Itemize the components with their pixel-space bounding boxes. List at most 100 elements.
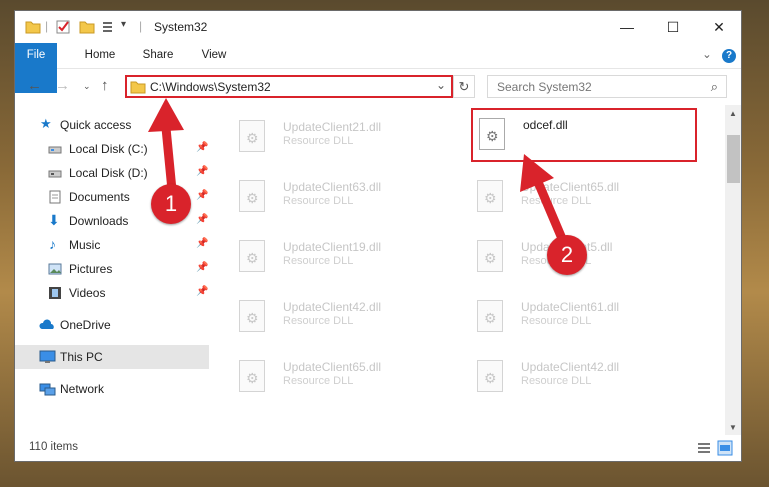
file-name: odcef.dll bbox=[523, 118, 568, 132]
help-icon[interactable]: ? bbox=[721, 43, 737, 68]
folder-icon bbox=[130, 81, 146, 94]
file-item-odcef[interactable]: ⚙ odcef.dll bbox=[471, 108, 697, 162]
file-name: UpdateClient61.dll bbox=[521, 300, 620, 314]
ribbon-expand-icon[interactable]: ⌄ bbox=[699, 43, 715, 68]
dll-file-icon: ⚙ bbox=[239, 240, 265, 272]
scrollbar-thumb[interactable] bbox=[727, 135, 740, 183]
minimize-button[interactable]: — bbox=[604, 11, 650, 43]
nav-item-videos[interactable]: Videos 📌 bbox=[15, 281, 209, 305]
nav-item-this-pc[interactable]: This PC bbox=[15, 345, 209, 369]
file-name: UpdateClient63.dll bbox=[283, 180, 382, 194]
file-type: Resource DLL bbox=[521, 315, 592, 327]
pin-icon[interactable]: 📌 bbox=[196, 238, 208, 249]
file-item[interactable]: ⚙ UpdateClient42.dll Resource DLL bbox=[449, 348, 669, 398]
file-type: Resource DLL bbox=[283, 375, 354, 387]
file-item[interactable]: ⚙ UpdateClient19.dll Resource DLL bbox=[211, 228, 431, 278]
pin-icon[interactable]: 📌 bbox=[196, 214, 208, 225]
properties-check-icon[interactable] bbox=[55, 19, 71, 35]
drive-icon bbox=[48, 170, 62, 178]
pin-icon[interactable]: 📌 bbox=[196, 142, 208, 153]
refresh-button[interactable]: ↻ bbox=[453, 75, 475, 98]
customize-icon[interactable] bbox=[101, 19, 117, 35]
nav-item-music[interactable]: ♪ Music 📌 bbox=[15, 233, 209, 257]
tab-home[interactable]: Home bbox=[77, 43, 123, 68]
step-2-badge: 2 bbox=[547, 235, 587, 275]
file-list: ⚙ UpdateClient21.dll Resource DLL ⚙ Upda… bbox=[211, 105, 725, 435]
new-folder-icon[interactable] bbox=[79, 19, 95, 35]
cloud-icon bbox=[39, 319, 54, 329]
address-bar[interactable]: C:\Windows\System32 ⌄ bbox=[125, 75, 453, 98]
dll-file-icon: ⚙ bbox=[477, 300, 503, 332]
scroll-up-icon[interactable]: ▲ bbox=[729, 109, 737, 118]
search-icon[interactable]: ⌕ bbox=[711, 79, 718, 95]
computer-icon bbox=[39, 350, 56, 363]
dll-file-icon: ⚙ bbox=[239, 180, 265, 212]
file-name: UpdateClient19.dll bbox=[283, 240, 382, 254]
pin-icon[interactable]: 📌 bbox=[196, 190, 208, 201]
nav-item-local-disk-d[interactable]: Local Disk (D:) 📌 bbox=[15, 161, 209, 185]
dll-file-icon: ⚙ bbox=[479, 118, 505, 150]
address-dropdown-icon[interactable]: ⌄ bbox=[436, 78, 446, 92]
close-button[interactable]: ✕ bbox=[696, 11, 741, 43]
tab-share[interactable]: Share bbox=[135, 43, 181, 68]
address-path: C:\Windows\System32 bbox=[150, 80, 271, 94]
recent-locations-icon[interactable]: ⌄ bbox=[83, 81, 91, 92]
nav-item-pictures[interactable]: Pictures 📌 bbox=[15, 257, 209, 281]
network-icon bbox=[39, 383, 56, 396]
navigation-pane: ★ Quick access Local Disk (C:) 📌 Local D… bbox=[15, 105, 209, 435]
pin-icon[interactable]: 📌 bbox=[196, 262, 208, 273]
music-icon: ♪ bbox=[49, 236, 56, 252]
status-bar: 110 items bbox=[15, 435, 741, 461]
quick-access-dropdown-icon[interactable]: ▾ bbox=[121, 19, 126, 35]
search-input[interactable]: Search System32 bbox=[497, 80, 592, 94]
nav-item-onedrive[interactable]: OneDrive bbox=[15, 313, 209, 337]
large-icons-view-icon[interactable] bbox=[717, 440, 733, 456]
folder-icon[interactable] bbox=[25, 19, 41, 35]
dll-file-icon: ⚙ bbox=[239, 120, 265, 152]
file-type: Resource DLL bbox=[283, 315, 354, 327]
file-name: UpdateClient65.dll bbox=[521, 180, 620, 194]
vertical-scrollbar[interactable]: ▲ ▼ bbox=[725, 105, 741, 435]
tab-view[interactable]: View bbox=[191, 43, 237, 68]
pin-icon[interactable]: 📌 bbox=[196, 166, 208, 177]
details-view-icon[interactable] bbox=[697, 441, 711, 455]
ribbon-tabs: File Home Share View ⌄ ? bbox=[15, 43, 741, 93]
file-item[interactable]: ⚙ UpdateClient21.dll Resource DLL bbox=[211, 108, 431, 158]
forward-arrow-icon[interactable]: → bbox=[55, 77, 70, 94]
dll-file-icon: ⚙ bbox=[477, 240, 503, 272]
file-name: UpdateClient21.dll bbox=[283, 120, 382, 134]
pin-icon[interactable]: 📌 bbox=[196, 286, 208, 297]
file-type: Resource DLL bbox=[283, 255, 354, 267]
nav-item-local-disk-c[interactable]: Local Disk (C:) 📌 bbox=[15, 137, 209, 161]
separator: | bbox=[45, 19, 49, 33]
dll-file-icon: ⚙ bbox=[477, 360, 503, 392]
pictures-icon bbox=[48, 263, 62, 275]
file-item[interactable]: ⚙ UpdateClient65.dll Resource DLL bbox=[449, 168, 669, 218]
window-title: System32 bbox=[154, 20, 208, 34]
file-name: UpdateClient42.dll bbox=[521, 360, 620, 374]
back-arrow-icon[interactable]: ← bbox=[27, 77, 42, 94]
file-item[interactable]: ⚙ UpdateClient65.dll Resource DLL bbox=[211, 348, 431, 398]
title-bar: | ▾ | System32 — ☐ ✕ bbox=[15, 11, 741, 43]
file-item[interactable]: ⚙ UpdateClient61.dll Resource DLL bbox=[449, 288, 669, 338]
file-explorer-window: | ▾ | System32 — ☐ ✕ File Home Share Vie… bbox=[14, 10, 742, 462]
file-item[interactable]: ⚙ UpdateClient63.dll Resource DLL bbox=[211, 168, 431, 218]
separator: | bbox=[139, 19, 143, 33]
search-box[interactable]: Search System32 ⌕ bbox=[487, 75, 727, 98]
item-count: 110 items bbox=[29, 441, 79, 453]
documents-icon bbox=[49, 190, 61, 204]
file-type: Resource DLL bbox=[521, 375, 592, 387]
dll-file-icon: ⚙ bbox=[239, 360, 265, 392]
file-item[interactable]: ⚙ UpdateClient42.dll Resource DLL bbox=[211, 288, 431, 338]
file-type: Resource DLL bbox=[521, 195, 592, 207]
up-arrow-icon[interactable]: ↑ bbox=[101, 77, 109, 94]
file-name: UpdateClient65.dll bbox=[283, 360, 382, 374]
scroll-down-icon[interactable]: ▼ bbox=[729, 423, 737, 432]
maximize-button[interactable]: ☐ bbox=[650, 11, 696, 43]
file-type: Resource DLL bbox=[283, 195, 354, 207]
nav-item-quick-access[interactable]: ★ Quick access bbox=[15, 113, 209, 137]
nav-item-network[interactable]: Network bbox=[15, 377, 209, 401]
drive-icon bbox=[48, 146, 62, 154]
star-icon: ★ bbox=[40, 116, 52, 131]
step-1-badge: 1 bbox=[151, 184, 191, 224]
